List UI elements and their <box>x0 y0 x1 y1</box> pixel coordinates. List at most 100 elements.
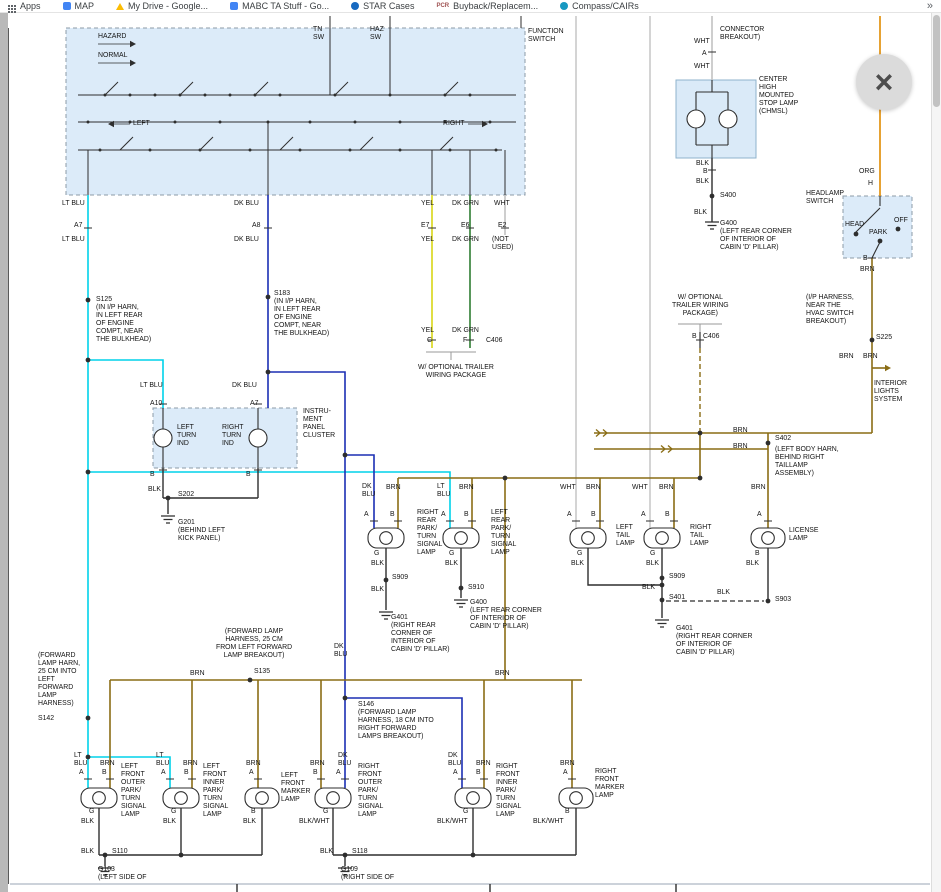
ground-g400-left-rear <box>454 600 468 607</box>
junction-dot <box>266 370 271 375</box>
bookmark-label: My Drive - Google... <box>128 1 208 11</box>
switch-contact-dot <box>334 94 337 97</box>
bookmark-label: STAR Cases <box>363 1 414 11</box>
scrollbar-thumb[interactable] <box>933 15 940 107</box>
right-turn-indicator-bulb <box>249 429 267 447</box>
splice-s110 <box>103 853 108 858</box>
junction-dot <box>896 227 901 232</box>
trailer-bracket <box>678 324 722 332</box>
c406-bracket <box>426 352 476 360</box>
bookmark-my-drive-google[interactable]: My Drive - Google... <box>116 1 208 11</box>
text-icon: PCR <box>436 3 449 9</box>
junction-dot <box>179 853 184 858</box>
junction-dot <box>471 853 476 858</box>
square-icon <box>230 2 238 10</box>
splice-s135 <box>248 678 253 683</box>
browser-viewport: { "bookmarks_bar": { "overflow": "\u00bb… <box>0 0 941 892</box>
wire-lt-blu-front-inner <box>88 757 170 788</box>
switch-contact-dot <box>309 121 312 124</box>
switch-contact-dot <box>299 149 302 152</box>
wire-dk-blu-right-rear <box>345 455 374 528</box>
splice-s125 <box>86 298 91 303</box>
bookmark-apps[interactable]: Apps <box>8 1 41 11</box>
left-turn-indicator-bulb <box>154 429 172 447</box>
bookmark-label: Compass/CAIRs <box>572 1 639 11</box>
switch-contact-dot <box>399 121 402 124</box>
splice-s910 <box>459 586 464 591</box>
switch-contact-dot <box>254 94 257 97</box>
right-front-inner-park-turn-lamp-symbol <box>455 788 491 808</box>
bookmark-mabc-ta-stuff-go[interactable]: MABC TA Stuff - Go... <box>230 1 329 11</box>
switch-contact-dot <box>469 94 472 97</box>
wire-blk-lt-ground <box>588 548 662 585</box>
bookmark-map[interactable]: MAP <box>63 1 95 11</box>
ground-g401-right-rear <box>379 612 393 619</box>
switch-contact-dot <box>229 94 232 97</box>
splice-s909-right-tail <box>660 576 665 581</box>
grid-icon <box>8 5 10 7</box>
bookmark-label: MAP <box>75 1 95 11</box>
vertical-scrollbar[interactable] <box>931 13 941 892</box>
junction-dot <box>854 232 859 237</box>
right-front-outer-park-turn-lamp-symbol <box>315 788 351 808</box>
splice-s118 <box>343 853 348 858</box>
switch-contact-dot <box>87 121 90 124</box>
switch-contact-dot <box>449 149 452 152</box>
switch-contact-dot <box>399 149 402 152</box>
right-tail-lamp-symbol <box>644 528 680 548</box>
wire-lt-blu-left-rear <box>88 472 450 528</box>
chmsl-bulb-1 <box>687 110 705 128</box>
instrument-panel-cluster-box <box>153 408 297 468</box>
splice-s225 <box>870 338 875 343</box>
switch-contact-dot <box>489 121 492 124</box>
close-button[interactable]: × <box>856 54 912 110</box>
switch-contact-dot <box>154 94 157 97</box>
wire-lt-blu-cluster <box>88 360 163 408</box>
bookmarks-bar: Apps MAP My Drive - Google... MABC TA Stuff… <box>0 0 941 13</box>
junction-dot <box>660 583 665 588</box>
chmsl-bulb-2 <box>719 110 737 128</box>
splice-s142 <box>86 716 91 721</box>
left-front-outer-park-turn-lamp-symbol <box>81 788 117 808</box>
left-front-inner-park-turn-lamp-symbol <box>163 788 199 808</box>
junction-dot <box>698 476 703 481</box>
right-front-marker-lamp-symbol <box>559 788 593 808</box>
switch-contact-dot <box>129 94 132 97</box>
switch-contact-dot <box>389 94 392 97</box>
switch-contact-dot <box>179 94 182 97</box>
junction-dot <box>86 755 91 760</box>
switch-contact-dot <box>199 149 202 152</box>
junction-dot <box>503 476 508 481</box>
turn-hazard-function-switch-box <box>66 28 525 195</box>
right-rear-park-turn-signal-lamp-symbol <box>368 528 404 548</box>
switch-contact-dot <box>99 149 102 152</box>
switch-contact-dot <box>349 149 352 152</box>
switch-contact-dot <box>444 94 447 97</box>
splice-s402 <box>766 441 771 446</box>
bookmark-label: Apps <box>20 1 41 11</box>
interior-lights-arrow <box>885 365 891 371</box>
bookmark-star-cases[interactable]: STAR Cases <box>351 1 414 11</box>
switch-contact-dot <box>174 121 177 124</box>
headlamp-switch-box <box>843 196 912 258</box>
bookmark-compass-cairs[interactable]: Compass/CAIRs <box>560 1 639 11</box>
ground-g400-chmsl <box>705 222 719 229</box>
triangle-icon <box>116 3 124 10</box>
splice-s400 <box>710 194 715 199</box>
circle-icon <box>351 2 359 10</box>
switch-contact-dot <box>219 121 222 124</box>
switch-contact-dot <box>354 121 357 124</box>
left-tail-lamp-symbol <box>570 528 606 548</box>
switch-contact-dot <box>149 149 152 152</box>
square-icon <box>63 2 71 10</box>
junction-dot <box>343 453 348 458</box>
switch-contact-dot <box>279 94 282 97</box>
wiring-diagram <box>0 0 941 892</box>
splice-s146 <box>343 696 348 701</box>
ground-g201 <box>161 516 175 523</box>
bookmark-buyback-replacem[interactable]: PCR Buyback/Replacem... <box>436 1 538 11</box>
junction-dot <box>86 470 91 475</box>
switch-contact-dot <box>249 149 252 152</box>
bookmarks-overflow-chevron[interactable]: » <box>927 0 933 12</box>
bookmark-label: Buyback/Replacem... <box>453 1 538 11</box>
